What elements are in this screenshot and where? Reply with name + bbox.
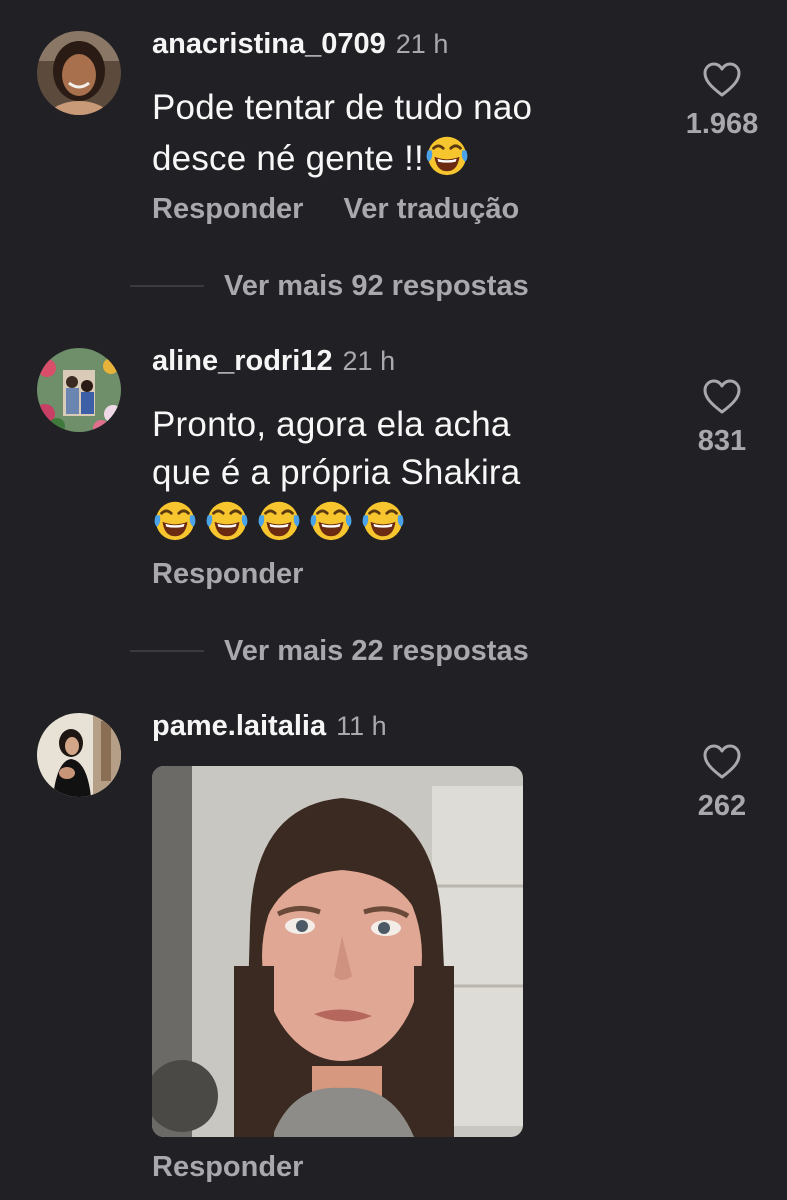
heart-outline-icon[interactable]	[703, 744, 741, 780]
like-count: 1.968	[685, 108, 759, 140]
view-more-replies-label[interactable]: Ver mais 22 respostas	[224, 635, 529, 668]
avatar[interactable]	[37, 348, 121, 432]
reply-button[interactable]: Responder	[152, 193, 303, 226]
face-with-tears-of-joy-emoji	[308, 497, 354, 543]
comment-header: pame.laitalia 11 h	[152, 710, 387, 750]
comment-text-line: Pode tentar de tudo nao	[152, 88, 533, 127]
face-with-tears-of-joy-emoji	[424, 132, 470, 178]
comment-actions: Responder Ver tradução	[152, 193, 519, 226]
timestamp: 11 h	[336, 711, 387, 741]
divider-line	[130, 650, 204, 652]
avatar[interactable]	[37, 713, 121, 797]
view-more-replies[interactable]: Ver mais 22 respostas	[130, 631, 529, 671]
reaction-gif-image[interactable]	[152, 766, 523, 1137]
view-more-replies[interactable]: Ver mais 92 respostas	[130, 266, 529, 306]
reply-button[interactable]: Responder	[152, 558, 303, 591]
username[interactable]: anacristina_0709	[152, 28, 386, 61]
comment-text-line-with-emoji: desce né gente !!	[152, 132, 642, 183]
emoji-row	[152, 497, 642, 545]
like-section: 831	[662, 379, 782, 458]
comment-actions: Responder	[152, 1151, 303, 1184]
like-count: 262	[697, 790, 747, 822]
comment-text-line: Pronto, agora ela acha	[152, 405, 511, 444]
heart-outline-icon[interactable]	[703, 62, 741, 98]
comment-actions: Responder	[152, 558, 303, 591]
face-with-tears-of-joy-emoji	[360, 497, 406, 543]
timestamp: 21 h	[395, 29, 449, 59]
comment-text: Pode tentar de tudo nao desce né gente !…	[152, 84, 642, 183]
like-count: 831	[697, 425, 747, 457]
comment-header: anacristina_0709 21 h	[152, 28, 448, 68]
reply-button[interactable]: Responder	[152, 1151, 303, 1184]
see-translation-button[interactable]: Ver tradução	[343, 193, 519, 226]
heart-outline-icon[interactable]	[703, 379, 741, 415]
username[interactable]: pame.laitalia	[152, 710, 326, 743]
face-with-tears-of-joy-emoji	[204, 497, 250, 543]
face-with-tears-of-joy-emoji	[152, 497, 198, 543]
comment-header: aline_rodri12 21 h	[152, 345, 395, 385]
like-section: 262	[662, 744, 782, 823]
comment-text-segment: desce né gente !!	[152, 139, 424, 178]
username[interactable]: aline_rodri12	[152, 345, 333, 378]
timestamp: 21 h	[342, 346, 396, 376]
face-with-tears-of-joy-emoji	[256, 497, 302, 543]
divider-line	[130, 285, 204, 287]
avatar[interactable]	[37, 31, 121, 115]
view-more-replies-label[interactable]: Ver mais 92 respostas	[224, 270, 529, 303]
like-section: 1.968	[662, 62, 782, 141]
comment-text-line: que é a própria Shakira	[152, 453, 521, 492]
comment-text: Pronto, agora ela acha que é a própria S…	[152, 401, 642, 545]
